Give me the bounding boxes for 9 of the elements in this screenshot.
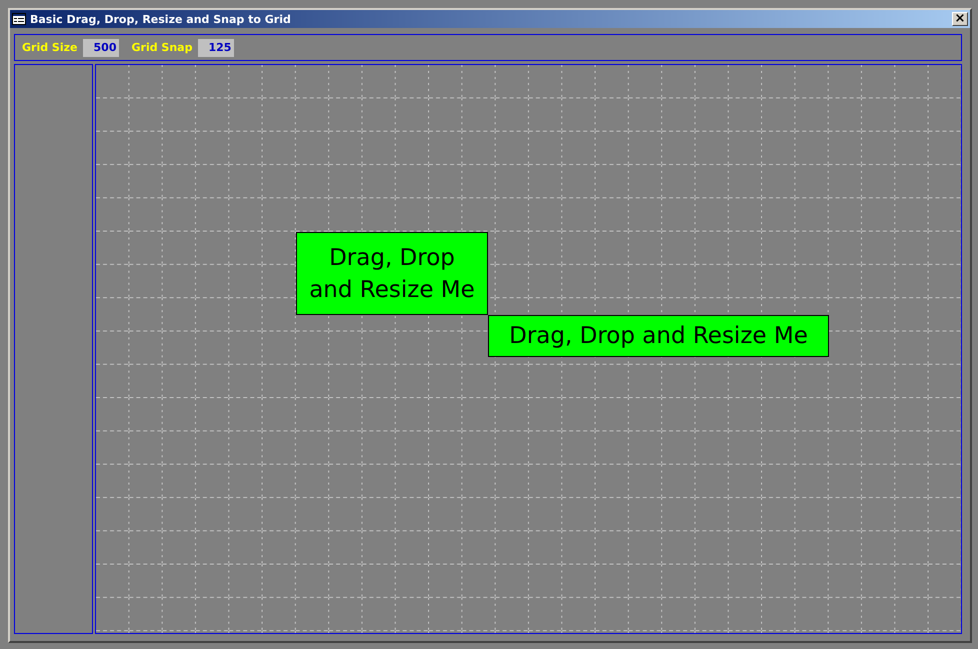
close-button[interactable]: × xyxy=(952,12,968,26)
field-label: Grid Snap xyxy=(131,41,192,54)
form-icon xyxy=(12,13,26,25)
field-label: Grid Size xyxy=(22,41,78,54)
resizable-box[interactable]: Drag, Drop and Resize Me xyxy=(488,315,829,357)
resizable-box[interactable]: Drag, Drop and Resize Me xyxy=(296,232,488,315)
input-field[interactable]: 125 xyxy=(198,38,234,56)
window-title: Basic Drag, Drop, Resize and Snap to Grid xyxy=(30,12,292,26)
input-field[interactable]: 500 xyxy=(83,38,120,56)
